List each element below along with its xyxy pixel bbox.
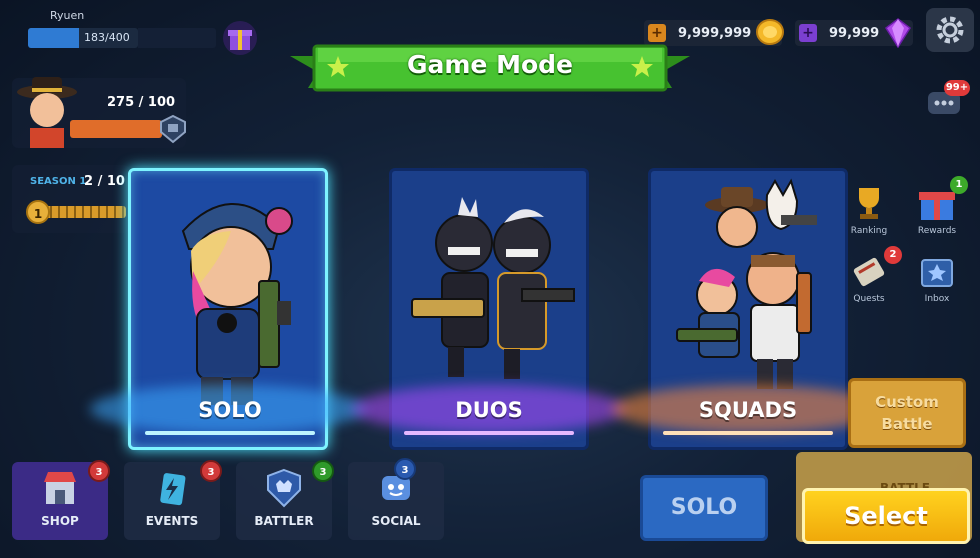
xp-text: 183/400 [84,31,130,44]
nav-events-label: EVENTS [145,514,199,528]
page-title: Game Mode [406,50,573,79]
hp-text: 275 / 100 [107,95,176,110]
social-badge: 3 [394,458,416,480]
custom-battle-button[interactable]: Custom Battle [848,378,966,448]
trophy-icon [859,188,879,219]
add-gems-button[interactable]: + [799,24,817,42]
coin-icon [756,19,784,45]
nav-battler-label: BATTLER [254,514,314,528]
inbox-label: Inbox [924,294,950,304]
custom-battle-line2: Battle [881,415,933,433]
quests-label: Quests [853,294,885,304]
xp-fill [28,28,79,48]
gear-icon [936,16,964,44]
inbox-icon [921,259,953,287]
shop-icon [44,472,76,504]
rewards-badge: 1 [950,176,968,194]
nav-shop-label: SHOP [41,514,79,528]
squads-label: SQUADS [698,398,798,422]
settings-button[interactable] [926,8,974,52]
rewards-label: Rewards [917,226,957,236]
battler-badge: 3 [312,460,334,482]
player-name: Ryuen [50,9,85,22]
duos-label: DUOS [455,398,523,422]
ranking-button[interactable]: Ranking [842,184,896,236]
selected-mode-button[interactable]: SOLO [640,475,768,541]
custom-battle-line1: Custom [875,393,939,411]
solo-underline [145,431,315,435]
shop-badge: 3 [88,460,110,482]
inbox-button[interactable]: Inbox [910,252,964,304]
nav-social-label: SOCIAL [371,514,421,528]
select-button[interactable]: Select [802,488,970,544]
gem-icon [884,18,912,48]
solo-label: SOLO [198,398,262,422]
ranking-label: Ranking [850,226,888,236]
gift-icon[interactable] [222,20,258,56]
squads-underline [663,431,833,435]
gem-amount: 99,999 [829,25,880,41]
chat-badge: 99+ [944,80,970,96]
season-label: SEASON 1 [30,176,87,187]
events-icon [160,473,186,506]
battler-icon [267,468,301,508]
season-level-badge: 1 [26,200,50,224]
hp-bar [70,120,162,138]
rank-shield-icon [160,114,186,144]
duos-underline [404,431,574,435]
quests-badge: 2 [884,246,902,264]
events-badge: 3 [200,460,222,482]
xp-track [138,28,216,48]
hp-fill [70,120,162,138]
season-progress: 2 / 10 [84,174,125,189]
